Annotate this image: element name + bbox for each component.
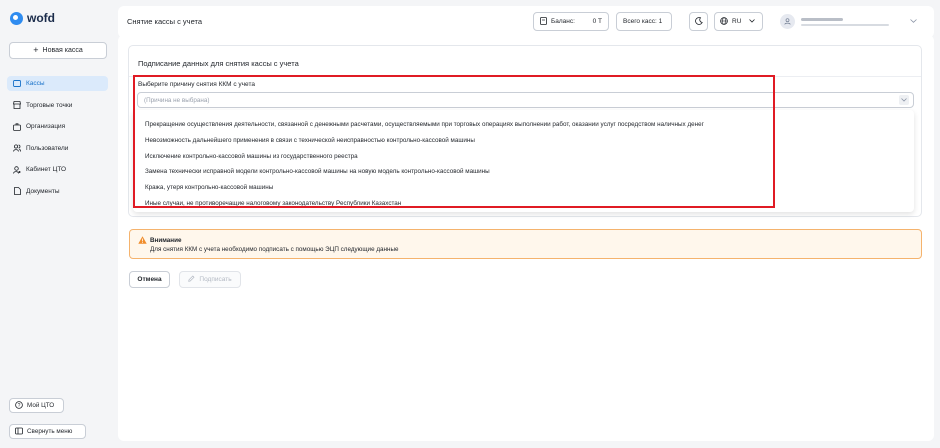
- card-title: Подписание данных для снятия кассы с уче…: [138, 59, 299, 68]
- avatar-icon: [780, 14, 795, 29]
- divider: [129, 76, 921, 77]
- theme-toggle-button[interactable]: [689, 12, 708, 31]
- document-icon: [13, 187, 21, 195]
- sidebar-item-cto-cabinet[interactable]: Кабинет ЦТО: [7, 162, 108, 177]
- sidebar-item-label: Организация: [26, 123, 66, 130]
- cash-register-icon: [13, 80, 21, 88]
- globe-icon: [720, 16, 728, 27]
- user-menu[interactable]: [780, 14, 893, 29]
- reason-select-placeholder: (Причина не выбрана): [144, 97, 210, 104]
- reason-option[interactable]: Исключение контрольно-кассовой машины из…: [133, 149, 914, 165]
- sidebar-item-documents[interactable]: Документы: [7, 184, 108, 199]
- balance-value: 0 Т: [592, 18, 602, 25]
- sidebar-item-label: Кассы: [26, 80, 45, 87]
- my-cto-button[interactable]: ? Мой ЦТО: [9, 398, 64, 413]
- wallet-icon: [540, 16, 547, 27]
- moon-icon: [694, 16, 703, 27]
- reason-dropdown-menu: Прекращение осуществления деятельности, …: [133, 110, 914, 212]
- sidebar-item-kassy[interactable]: Кассы: [7, 76, 108, 91]
- logo[interactable]: wofd: [10, 11, 55, 25]
- collapse-icon: [15, 427, 23, 437]
- reason-option[interactable]: Кража, утеря контрольно-кассовой машины: [133, 180, 914, 196]
- kassa-count-pill: Всего касс: 1: [616, 12, 672, 31]
- logo-text: wofd: [27, 11, 55, 25]
- sidebar-item-organization[interactable]: Организация: [7, 119, 108, 134]
- cancel-button[interactable]: Отмена: [129, 271, 170, 288]
- sidebar-item-label: Торговые точки: [26, 101, 73, 109]
- balance-label: Баланс:: [551, 18, 575, 25]
- my-cto-label: Мой ЦТО: [27, 402, 55, 409]
- sidebar-item-label: Кабинет ЦТО: [26, 166, 67, 173]
- logo-icon: [10, 11, 23, 25]
- reason-field-label: Выберите причину снятия ККМ с учета: [138, 81, 255, 88]
- reason-select[interactable]: (Причина не выбрана): [137, 92, 914, 108]
- collapse-menu-label: Свернуть меню: [27, 428, 73, 435]
- warning-text: Для снятия ККМ с учета необходимо подпис…: [150, 246, 399, 253]
- collapse-menu-button[interactable]: Свернуть меню: [9, 424, 86, 439]
- sidebar: wofd + Новая касса Кассы Торговые точки …: [0, 0, 116, 448]
- reason-option[interactable]: Замена технически исправной модели контр…: [133, 164, 914, 180]
- help-circle-icon: ?: [15, 400, 23, 411]
- sidebar-item-users[interactable]: Пользователи: [7, 141, 108, 156]
- new-kassa-label: Новая касса: [42, 47, 83, 54]
- warning-triangle-icon: [138, 236, 147, 246]
- store-icon: [13, 101, 21, 109]
- user-info-redacted: [801, 17, 893, 26]
- reason-option[interactable]: Иные случаи, не противоречащие налоговом…: [133, 196, 914, 212]
- briefcase-icon: [13, 122, 21, 131]
- sidebar-nav: Кассы Торговые точки Организация Пользов…: [7, 76, 108, 205]
- sidebar-item-trade-points[interactable]: Торговые точки: [7, 98, 108, 113]
- kassa-count-label: Всего касс: 1: [623, 18, 663, 25]
- pen-icon: [188, 275, 195, 284]
- user-chevron-down-icon[interactable]: [910, 18, 917, 25]
- warning-title: Внимание: [150, 237, 182, 244]
- plus-icon: +: [33, 45, 39, 55]
- page-title: Снятие кассы с учета: [127, 17, 203, 26]
- sign-label: Подписать: [199, 276, 232, 283]
- warning-banner: Внимание Для снятия ККМ с учета необходи…: [129, 229, 922, 259]
- language-select[interactable]: RU: [714, 12, 763, 31]
- reason-option[interactable]: Невозможность дальнейшего применения в с…: [133, 133, 914, 149]
- new-kassa-button[interactable]: + Новая касса: [9, 42, 107, 59]
- user-cabinet-icon: [13, 165, 21, 174]
- reason-option[interactable]: Прекращение осуществления деятельности, …: [133, 117, 914, 133]
- language-label: RU: [732, 18, 742, 25]
- sidebar-item-label: Пользователи: [26, 144, 69, 152]
- chevron-down-icon: [749, 18, 756, 25]
- top-header: Снятие кассы с учета Баланс: 0 Т Всего к…: [118, 6, 934, 38]
- svg-text:?: ?: [18, 402, 21, 408]
- chevron-down-icon: [899, 95, 909, 105]
- sidebar-item-label: Документы: [26, 187, 60, 195]
- users-icon: [13, 144, 21, 152]
- balance-pill[interactable]: Баланс: 0 Т: [533, 12, 609, 31]
- sign-button[interactable]: Подписать: [179, 271, 241, 288]
